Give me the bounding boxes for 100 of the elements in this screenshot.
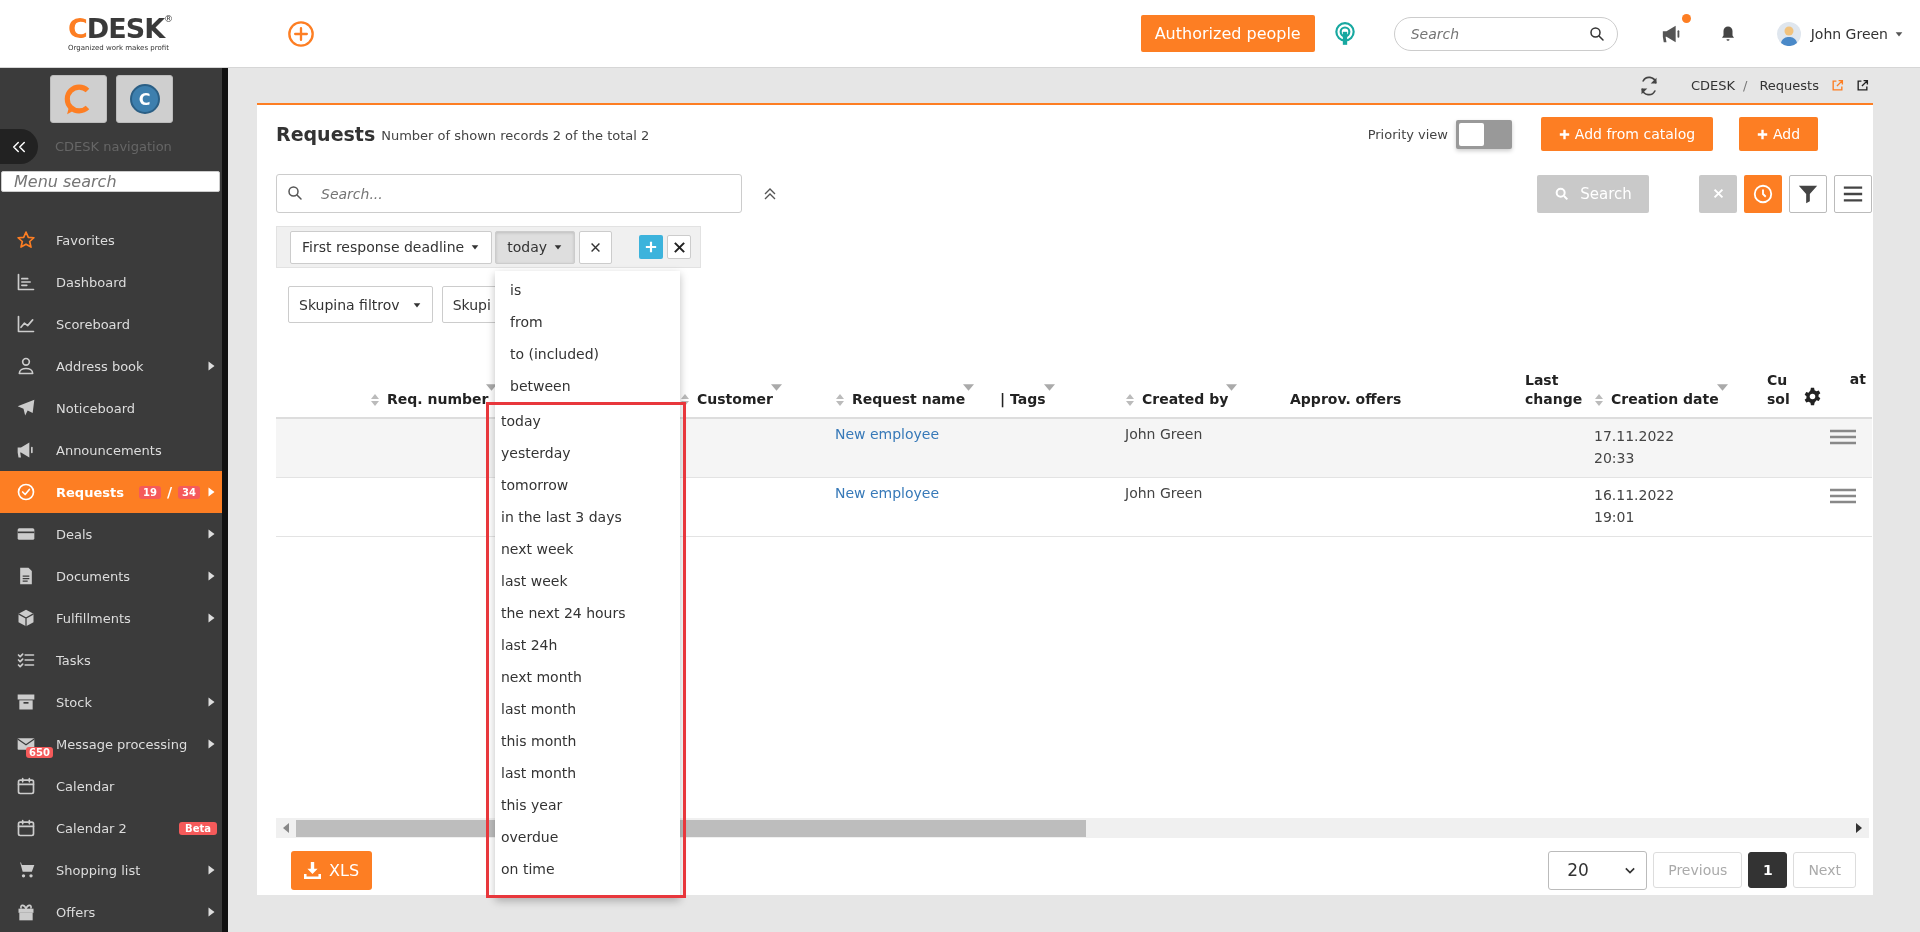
history-button[interactable] [1744,174,1782,213]
tag: Beta [179,821,217,835]
sidebar-item[interactable]: Noticeboard [0,387,222,429]
dropdown-option[interactable]: this year [495,789,677,821]
sidebar-item[interactable]: Calendar [0,765,222,807]
search-field[interactable]: Search [1393,16,1618,51]
filter-icon[interactable] [963,384,975,391]
separator: / [1743,78,1748,93]
operator-select[interactable]: today [495,230,575,264]
remove-filter-button[interactable] [667,235,691,259]
dropdown-option[interactable]: today [495,405,677,437]
app-tile[interactable]: C [116,75,173,123]
download-icon [304,861,321,879]
priority-toggle[interactable] [1456,119,1512,149]
page-title: Requests [276,123,376,145]
collapse-button[interactable] [0,129,38,164]
filter-button[interactable] [1789,174,1827,213]
sidebar-item[interactable]: Offers [0,891,222,932]
sidebar-item[interactable]: Dashboard [0,261,222,303]
column-header: Req. number [387,390,489,409]
sidebar-item[interactable]: Scoreboard [0,303,222,345]
dropdown-option[interactable]: last week [495,565,677,597]
column-header: Customer [697,390,773,409]
sidebar-item[interactable]: Stock [0,681,222,723]
menu-icon[interactable] [1830,488,1856,504]
sort-icon[interactable] [1594,393,1604,407]
chevron-down-icon [1624,865,1637,875]
megaphone-icon [16,440,36,460]
column-header: Creation date [1611,390,1719,409]
column-header: Cu sol [1767,371,1791,409]
add-circle-icon[interactable] [287,19,315,48]
external-link-icon[interactable] [1856,79,1869,92]
menu-button[interactable] [1834,174,1872,213]
sort-icon[interactable] [370,393,380,407]
sidebar-item[interactable]: Favorites [0,219,222,261]
separator: / [166,484,173,500]
app-tile[interactable] [50,75,107,123]
gear-icon[interactable] [1803,387,1822,406]
clock-icon [1752,182,1774,205]
dropdown-option[interactable]: yesterday [495,437,677,469]
scrollbar[interactable] [222,68,228,932]
breadcrumb-link[interactable]: CDESK [1690,78,1735,93]
plus-icon [1558,128,1570,140]
breadcrumb-link[interactable]: Requests [1759,78,1819,93]
plus-icon [1756,128,1768,140]
clear-button[interactable] [1699,174,1737,213]
filter-icon[interactable] [1716,384,1728,391]
dropdown-option[interactable]: on time [495,853,677,885]
count-badge: 650 [26,747,53,758]
paper-plane-icon [16,398,36,418]
dropdown-option[interactable]: between [495,370,680,402]
count-badge: 19 [139,485,161,499]
dropdown-option[interactable]: overdue [495,821,677,853]
star-icon [16,230,36,250]
dropdown-option[interactable]: in the last 3 days [495,501,677,533]
calendar-icon [16,818,36,838]
filter-icon[interactable] [770,384,782,391]
remove-condition-button[interactable] [579,230,612,264]
filter-group-select[interactable]: Skupina filtrov [288,286,433,323]
dropdown-option[interactable]: next month [495,661,677,693]
search-field[interactable]: Search... [276,174,742,213]
sidebar-item[interactable]: Fulfillments [0,597,222,639]
dropdown-option[interactable]: last month [495,693,677,725]
avatar-icon[interactable] [1776,21,1801,46]
calendar-icon [16,776,36,796]
sort-icon[interactable] [835,393,845,407]
dropdown-option[interactable]: tomorrow [495,469,677,501]
record-count: Number of shown records 2 of the total 2 [381,128,650,143]
column-header: Request name [852,390,966,409]
dropdown-option[interactable]: this month [495,725,677,757]
sidebar-item[interactable]: Deals [0,513,222,555]
dropdown-option[interactable]: next week [495,533,677,565]
sort-icon[interactable] [1125,393,1135,407]
field-select[interactable]: First response deadline [290,230,493,264]
table-cell: John Green [1125,485,1203,501]
arrow-left-icon [282,822,290,834]
dropdown-option[interactable]: the next 24 hours [495,597,677,629]
search-icon [1554,185,1571,202]
dropdown-option[interactable]: to (included) [495,338,680,370]
menu-icon[interactable] [1830,429,1856,445]
sidebar-item[interactable]: Announcements [0,429,222,471]
request-link[interactable]: New employee [835,485,940,501]
sidebar-item[interactable]: Documents [0,555,222,597]
dropdown-option[interactable]: last month [495,757,677,789]
sidebar-item[interactable]: Shopping list [0,849,222,891]
sidebar-item[interactable]: Tasks [0,639,222,681]
sidebar-item[interactable]: Calendar 2 Beta [0,807,222,849]
filter-icon[interactable] [1226,384,1238,391]
filter-icon[interactable] [486,384,498,391]
sidebar-item[interactable]: Address book [0,345,222,387]
sidebar-item[interactable]: 650 Message processing [0,723,222,765]
close-icon [590,241,601,253]
request-link[interactable]: New employee [835,426,940,442]
page-size-select[interactable]: 20 [1548,850,1648,890]
user-menu[interactable]: John Green [1810,25,1904,42]
column-header: Created by [1142,390,1229,409]
filter-icon[interactable] [1043,384,1055,391]
dropdown-option[interactable]: last 24h [495,629,677,661]
menu-search-field[interactable]: Menu search [1,171,220,192]
page-button[interactable]: 1 [1748,852,1788,888]
